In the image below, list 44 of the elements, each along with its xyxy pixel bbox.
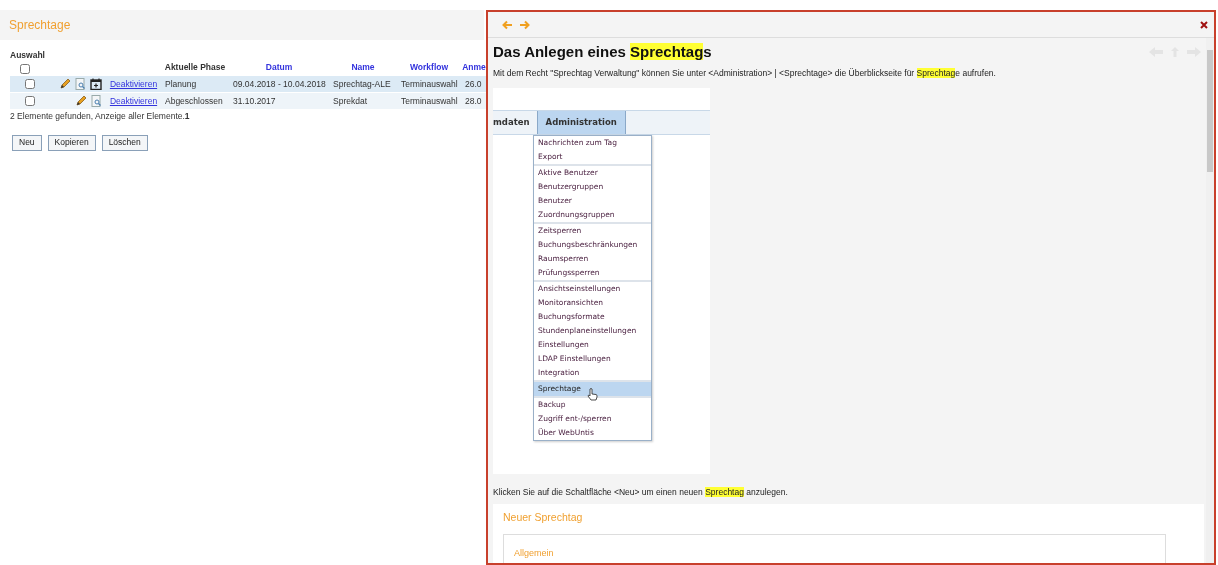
table-cell: Sprechtag-ALE <box>333 78 391 89</box>
row-checkbox[interactable] <box>25 96 35 106</box>
document-search-icon[interactable] <box>91 95 102 107</box>
action-button[interactable]: Neu <box>12 134 42 151</box>
row-checkbox[interactable] <box>25 79 35 89</box>
select-all-checkbox[interactable] <box>20 64 30 74</box>
table-cell: Sprekdat <box>333 95 368 106</box>
form-title: Neuer Sprechtag <box>503 509 584 525</box>
deactivate-link[interactable]: Deaktivieren <box>109 77 158 91</box>
menu-tab[interactable]: Administration <box>536 110 626 134</box>
pencil-icon[interactable] <box>75 95 87 107</box>
document-search-icon[interactable] <box>75 78 86 90</box>
help-title: Das Anlegen eines Sprechtags <box>493 42 712 62</box>
table-cell: Terminauswahl <box>401 78 458 89</box>
pencil-icon[interactable] <box>59 78 71 90</box>
table-cell: 09.04.2018 - 10.04.2018 <box>233 78 326 89</box>
column-header: Auswahl <box>10 49 45 62</box>
table-row[interactable]: Deaktivieren Abgeschlossen 31.10.2017 Sprekdat Terminauswahl 28.0 <box>10 93 486 109</box>
table-cell: 31.10.2017 <box>233 95 276 106</box>
calendar-add-icon[interactable] <box>90 78 102 90</box>
column-header: Aktuelle Phase <box>164 61 226 74</box>
column-header[interactable]: Workflow <box>409 61 449 74</box>
deactivate-link[interactable]: Deaktivieren <box>109 94 158 108</box>
column-header[interactable]: Anme <box>462 61 486 74</box>
table-cell: Terminauswahl <box>401 95 458 106</box>
table-cell: 28.0 <box>465 95 482 106</box>
back-arrow-icon[interactable] <box>502 19 513 30</box>
table-cell: Planung <box>165 78 197 89</box>
help-paragraph: Klicken Sie auf die Schaltfläche <Neu> um einen neuen Sprechtag anzulegen. <box>493 485 789 498</box>
table-cell: 26.0 <box>465 78 482 89</box>
column-header[interactable]: Datum <box>265 61 293 74</box>
action-button[interactable]: Kopieren <box>47 134 96 151</box>
menu-tab[interactable]: mdaten <box>493 110 537 134</box>
result-summary: 2 Elemente gefunden, Anzeige aller Elemente.1 <box>10 110 191 123</box>
column-header[interactable]: Name <box>351 61 375 74</box>
table-row[interactable]: Deaktivieren Planung 09.04.2018 - 10.04.2018 Sprechtag-ALE Terminauswahl 26.0 <box>10 76 486 92</box>
action-button[interactable]: Löschen <box>101 134 148 151</box>
hand-cursor-icon <box>587 387 598 401</box>
scrollbar[interactable] <box>1206 38 1214 563</box>
page-title: Sprechtage <box>9 17 71 34</box>
section-title: Allgemein <box>514 547 554 558</box>
forward-arrow-icon[interactable] <box>519 19 530 30</box>
close-icon[interactable] <box>1200 20 1208 29</box>
table-cell: Abgeschlossen <box>165 95 223 106</box>
